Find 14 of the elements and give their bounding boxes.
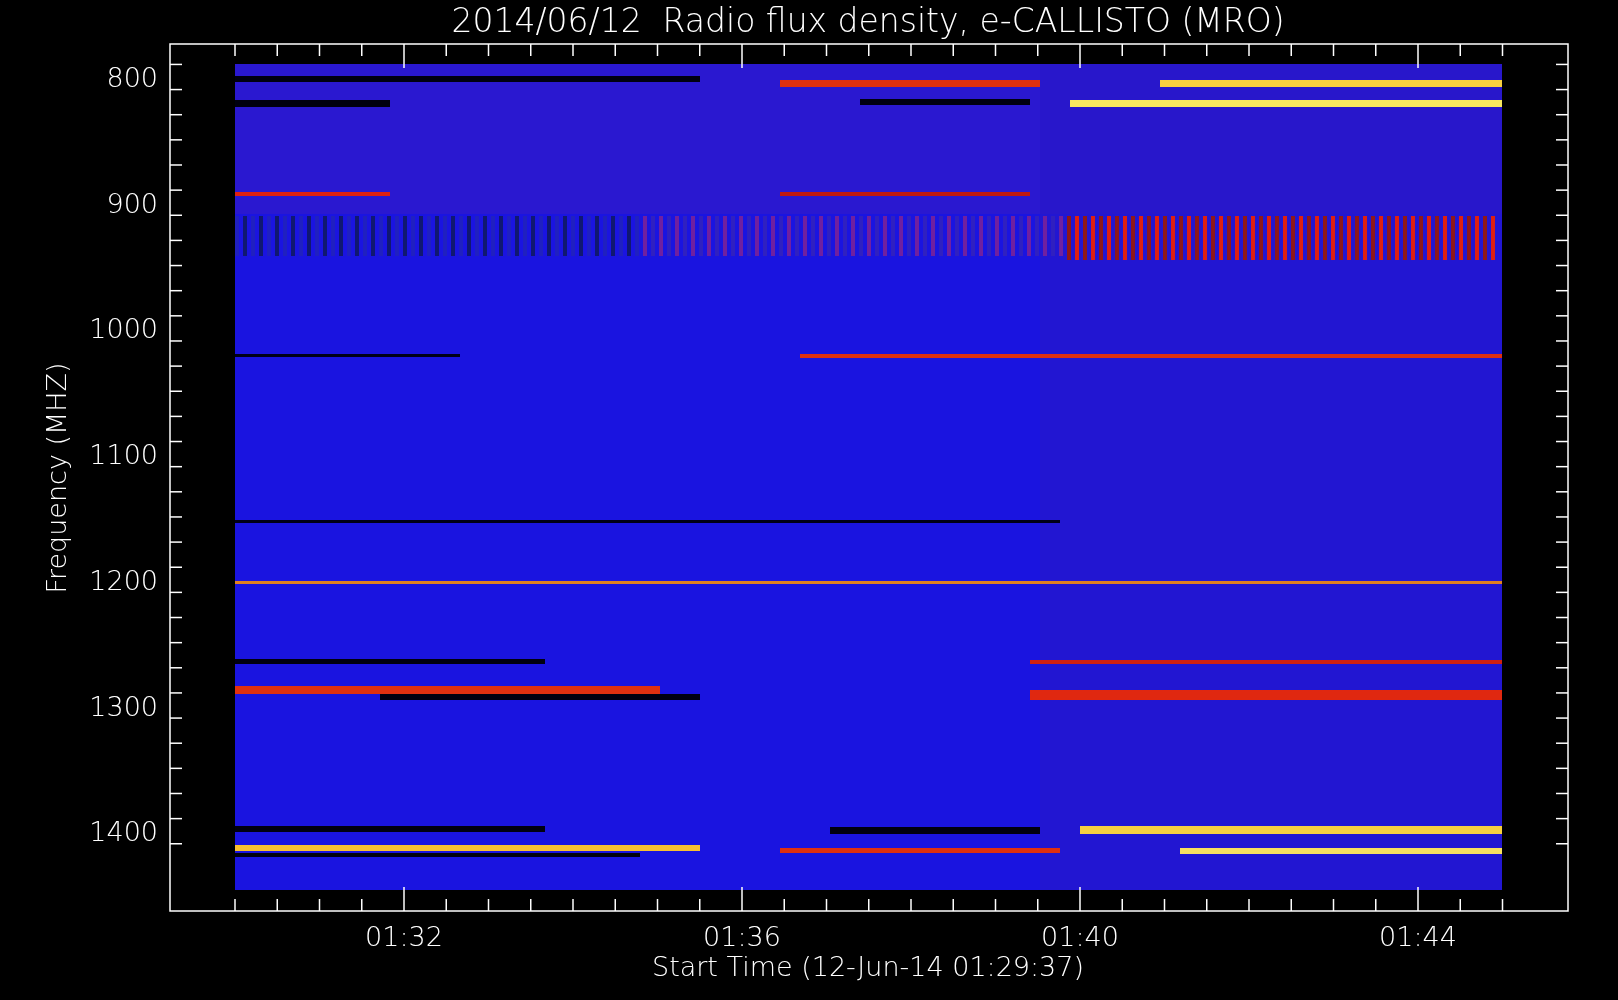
x-tick-label: 01:36: [703, 921, 781, 952]
x-tick-label: 01:40: [1041, 921, 1119, 952]
y-tick-label: 1200: [89, 564, 158, 596]
x-tick-label: 01:44: [1379, 921, 1457, 952]
y-axis-title: Frequency (MHZ): [41, 362, 72, 594]
y-tick-label: 900: [106, 187, 158, 219]
y-tick-label: 1300: [89, 690, 158, 722]
plot-title: 2014/06/12 Radio flux density, e-CALLISTO (MRO): [451, 1, 1285, 40]
y-tick-label: 1000: [89, 313, 158, 345]
y-tick-label: 1400: [89, 816, 158, 848]
y-tick-label: 800: [106, 62, 158, 93]
x-axis-title: Start Time (12-Jun-14 01:29:37): [652, 951, 1084, 982]
x-tick-label: 01:32: [365, 921, 443, 952]
y-tick-label: 1100: [89, 439, 158, 471]
